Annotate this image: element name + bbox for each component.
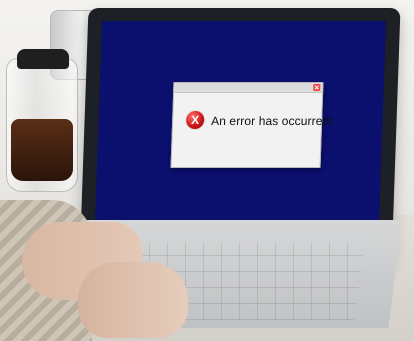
right-hand [78, 262, 188, 338]
coffee [11, 119, 73, 181]
photo-scene: X An error has occurred! [0, 0, 414, 341]
error-message: An error has occurred! [210, 114, 333, 128]
coffee-press [6, 49, 78, 192]
error-dialog: X An error has occurred! [170, 82, 333, 168]
dialog-titlebar [174, 83, 323, 93]
coffee-press-lid [17, 49, 69, 69]
close-icon[interactable] [313, 84, 321, 91]
error-icon: X [185, 111, 205, 129]
